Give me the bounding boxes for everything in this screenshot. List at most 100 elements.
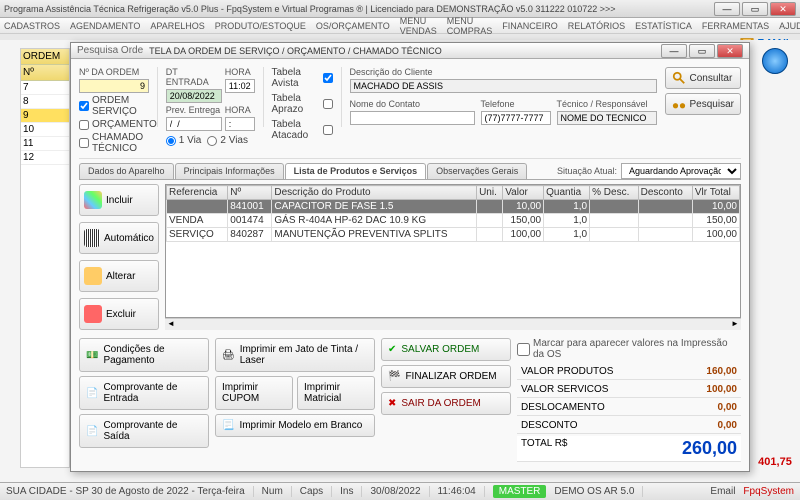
tabela-aprazo-checkbox[interactable] <box>323 99 333 109</box>
cliente-label: Descrição do Cliente <box>350 67 657 77</box>
status-email[interactable]: Email <box>710 486 735 497</box>
prev-date-input[interactable] <box>166 117 222 131</box>
marcar-valores-checkbox[interactable] <box>517 343 530 356</box>
tab-principais-info[interactable]: Principais Informações <box>175 163 284 179</box>
dialog-title: TELA DA ORDEM DE SERVIÇO / ORÇAMENTO / C… <box>149 46 661 56</box>
background-total: 401,75 <box>758 456 792 468</box>
tabela-avista-label: Tabela Avista <box>272 67 320 89</box>
imprimir-cupom-button[interactable]: Imprimir CUPOM <box>215 376 293 410</box>
condicoes-pagamento-button[interactable]: 💵Condições de Pagamento <box>79 338 209 372</box>
situacao-select[interactable]: Aguardando Aprovação <box>621 163 741 179</box>
tecnico-label: Técnico / Responsável <box>557 99 657 109</box>
status-fpq[interactable]: FpqSystem <box>743 486 794 497</box>
nav-arrow-icon[interactable] <box>762 48 788 74</box>
status-ins: Ins <box>340 486 362 497</box>
status-caps: Caps <box>300 486 332 497</box>
grid-row[interactable]: VENDA001474GÁS R-404A HP-62 DAC 10.9 KG1… <box>167 214 740 228</box>
menu-compras[interactable]: MENU COMPRAS <box>447 16 493 36</box>
incluir-button[interactable]: Incluir <box>79 184 159 216</box>
automatico-button[interactable]: Automático <box>79 222 159 254</box>
contato-input[interactable] <box>350 111 475 125</box>
status-date: 30/08/2022 <box>370 486 429 497</box>
orcamento-checkbox[interactable] <box>79 120 89 130</box>
grid-row[interactable]: 841001CAPACITOR DE FASE 1.510,001,010,00 <box>167 200 740 214</box>
alterar-button[interactable]: Alterar <box>79 260 159 292</box>
check-icon: ✔ <box>388 344 396 355</box>
entrada-hora-input[interactable] <box>225 79 255 93</box>
prev-label: Prev. Entrega <box>166 105 222 115</box>
grid-scrollbar[interactable] <box>165 318 741 330</box>
entrada-label: DT ENTRADA <box>166 67 222 87</box>
comprovante-entrada-button[interactable]: 📄Comprovante de Entrada <box>79 376 209 410</box>
comprovante-saida-button[interactable]: 📄Comprovante de Saída <box>79 414 209 448</box>
grid-header[interactable]: Quantia <box>544 186 590 200</box>
menu-aparelhos[interactable]: APARELHOS <box>150 21 204 31</box>
menu-vendas[interactable]: MENU VENDAS <box>400 16 437 36</box>
consultar-button[interactable]: Consultar <box>665 67 741 89</box>
menu-agendamento[interactable]: AGENDAMENTO <box>70 21 140 31</box>
grid-header[interactable]: Vlr Total <box>692 186 739 200</box>
prev-hora-label: HORA <box>225 105 255 115</box>
prev-hora-input[interactable] <box>225 117 255 131</box>
ordem-servico-label: ORDEM SERVIÇO <box>92 95 149 117</box>
finalizar-ordem-button[interactable]: 🏁FINALIZAR ORDEM <box>381 365 511 388</box>
imprimir-jato-button[interactable]: 🖨Imprimir em Jato de Tinta / Laser <box>215 338 375 372</box>
tecnico-input[interactable] <box>557 111 657 125</box>
dialog-maximize-button[interactable]: ▭ <box>689 44 715 58</box>
via1-radio[interactable] <box>166 136 176 146</box>
tab-lista-produtos[interactable]: Lista de Produtos e Serviços <box>285 163 427 179</box>
pesquisar-button[interactable]: Pesquisar <box>665 93 741 115</box>
salvar-ordem-button[interactable]: ✔SALVAR ORDEM <box>381 338 511 361</box>
grid-header[interactable]: Referencia <box>167 186 228 200</box>
blank-doc-icon: 📃 <box>222 420 234 431</box>
status-demo: DEMO OS AR 5.0 <box>554 486 643 497</box>
grid-row[interactable]: SERVIÇO840287MANUTENÇÃO PREVENTIVA SPLIT… <box>167 228 740 242</box>
products-grid[interactable]: ReferenciaNºDescrição do ProdutoUni.Valo… <box>165 184 741 318</box>
imprimir-matricial-button[interactable]: Imprimir Matricial <box>297 376 375 410</box>
binoculars-icon <box>672 97 686 111</box>
tabela-avista-checkbox[interactable] <box>323 73 333 83</box>
cliente-input[interactable] <box>350 79 657 93</box>
grid-header[interactable]: Valor <box>503 186 544 200</box>
ordem-servico-checkbox[interactable] <box>79 101 89 111</box>
grid-header[interactable]: % Desc. <box>590 186 639 200</box>
telefone-label: Telefone <box>481 99 551 109</box>
via2-radio[interactable] <box>207 136 217 146</box>
imprimir-branco-button[interactable]: 📃Imprimir Modelo em Branco <box>215 414 375 437</box>
grid-header[interactable]: Desconto <box>638 186 692 200</box>
menu-ajuda[interactable]: AJUDA <box>779 21 800 31</box>
menu-estatistica[interactable]: ESTATÍSTICA <box>635 21 692 31</box>
menu-financeiro[interactable]: FINANCEIRO <box>502 21 558 31</box>
situacao-label: Situação Atual: <box>557 166 617 176</box>
valor-servicos-label: VALOR SERVICOS <box>521 384 608 395</box>
main-menu: CADASTROS AGENDAMENTO APARELHOS PRODUTO/… <box>0 18 800 34</box>
total-value: 260,00 <box>682 438 737 459</box>
menu-cadastros[interactable]: CADASTROS <box>4 21 60 31</box>
dialog-minimize-button[interactable]: — <box>661 44 687 58</box>
tab-observacoes[interactable]: Observações Gerais <box>427 163 527 179</box>
menu-os[interactable]: OS/ORÇAMENTO <box>316 21 390 31</box>
menu-relatorios[interactable]: RELATÓRIOS <box>568 21 625 31</box>
excluir-button[interactable]: Excluir <box>79 298 159 330</box>
delete-icon <box>84 305 102 323</box>
maximize-button[interactable]: ▭ <box>742 2 768 16</box>
menu-ferramentas[interactable]: FERRAMENTAS <box>702 21 769 31</box>
desconto-value: 0,00 <box>718 420 737 431</box>
grid-header[interactable]: Descrição do Produto <box>272 186 477 200</box>
close-button[interactable]: ✕ <box>770 2 796 16</box>
entrada-date-input[interactable] <box>166 89 222 103</box>
barcode-icon <box>84 229 100 247</box>
telefone-input[interactable] <box>481 111 551 125</box>
grid-header[interactable]: Uni. <box>477 186 503 200</box>
tabela-atacado-checkbox[interactable] <box>323 125 333 135</box>
dialog-close-button[interactable]: ✕ <box>717 44 743 58</box>
chamado-checkbox[interactable] <box>79 138 89 148</box>
order-number-input[interactable] <box>79 79 149 93</box>
tab-dados-aparelho[interactable]: Dados do Aparelho <box>79 163 174 179</box>
search-tab-label[interactable]: Pesquisa Orde <box>77 45 143 56</box>
minimize-button[interactable]: — <box>714 2 740 16</box>
menu-produto[interactable]: PRODUTO/ESTOQUE <box>215 21 306 31</box>
flag-icon: 🏁 <box>388 371 400 382</box>
sair-ordem-button[interactable]: ✖SAIR DA ORDEM <box>381 392 511 415</box>
grid-header[interactable]: Nº <box>228 186 272 200</box>
